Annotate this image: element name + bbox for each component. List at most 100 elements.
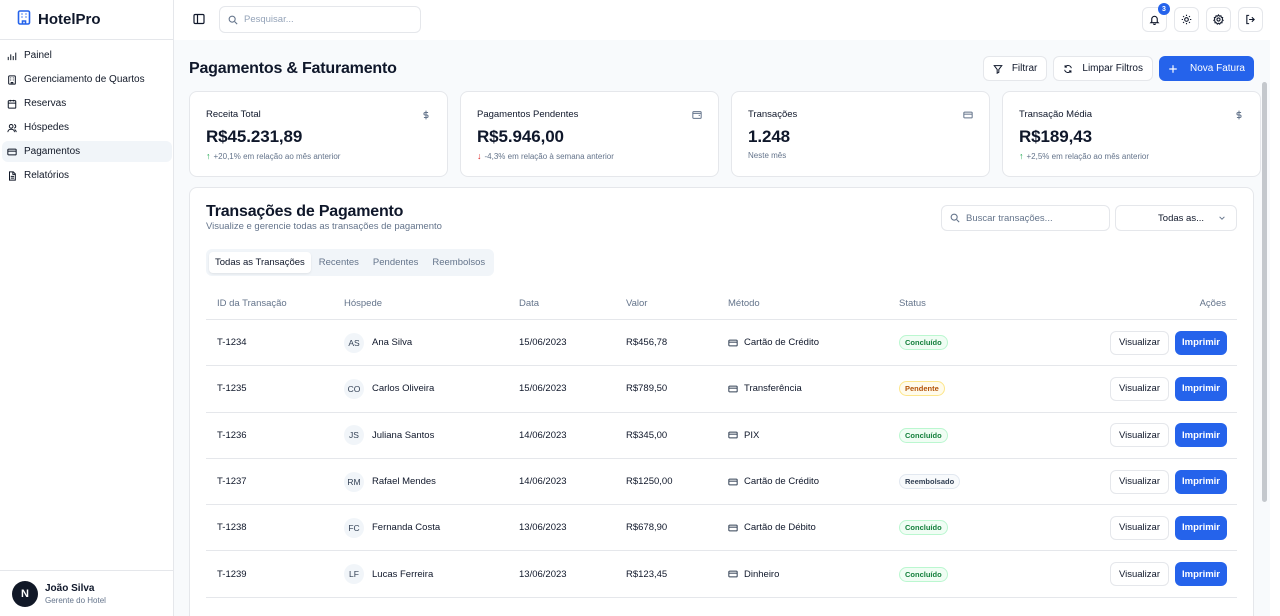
view-button[interactable]: Visualizar — [1109, 562, 1169, 587]
credit-card-icon — [728, 524, 738, 532]
stat-note-text: +20,1% em relação ao mês anterior — [213, 151, 341, 161]
guest-cell: JS Juliana Santos — [344, 425, 519, 446]
method-cell: Cartão de Débito — [728, 522, 899, 533]
transaction-date: 15/06/2023 — [519, 337, 567, 349]
transaction-date: 13/06/2023 — [519, 568, 567, 580]
view-button[interactable]: Visualizar — [1109, 469, 1169, 494]
sidebar-toggle-button[interactable] — [192, 12, 206, 26]
sidebar-item-label: Hóspedes — [24, 122, 70, 133]
user-name: João Silva — [45, 582, 95, 594]
stat-note: Neste mês — [748, 151, 973, 160]
view-button[interactable]: Visualizar — [1109, 330, 1169, 355]
print-button[interactable]: Imprimir — [1174, 330, 1227, 355]
table-row: T-1234 AS Ana Silva 15/06/2023 R$456,78 C… — [206, 320, 1237, 367]
logout-icon — [1246, 14, 1255, 25]
status-badge: Concluído — [899, 427, 948, 443]
brand[interactable]: HotelPro — [0, 0, 173, 40]
sidebar-item-label: Pagamentos — [24, 146, 81, 157]
credit-card-icon — [963, 111, 973, 119]
sidebar-item-label: Relatórios — [24, 170, 70, 181]
sidebar-item-reports[interactable]: Relatórios — [2, 165, 172, 186]
transaction-search-input[interactable] — [966, 212, 1106, 224]
tab-recent[interactable]: Recentes — [313, 252, 365, 273]
transaction-value: R$123,45 — [626, 568, 668, 580]
app-name: HotelPro — [38, 11, 101, 28]
stat-label: Transação Média — [1019, 109, 1093, 120]
column-header-method: Método — [728, 298, 760, 309]
method-cell: PIX — [728, 430, 899, 441]
column-header-date: Data — [519, 298, 540, 309]
stat-label: Transações — [748, 109, 798, 120]
status-badge: Concluído — [899, 566, 948, 582]
transaction-search[interactable] — [941, 205, 1110, 231]
user-info: João Silva Gerente do Hotel — [45, 583, 106, 605]
print-button[interactable]: Imprimir — [1174, 376, 1227, 401]
credit-card-icon — [728, 339, 738, 347]
print-button[interactable]: Imprimir — [1174, 562, 1227, 587]
guest-name: Lucas Ferreira — [372, 568, 434, 580]
sidebar-item-guests[interactable]: Hóspedes — [2, 117, 172, 138]
payment-method: Transferência — [744, 383, 802, 395]
page-scrollbar[interactable] — [1262, 82, 1267, 502]
view-button[interactable]: Visualizar — [1109, 423, 1169, 448]
global-search[interactable] — [219, 6, 421, 33]
notifications-button[interactable]: 3 — [1142, 3, 1170, 32]
new-invoice-button[interactable]: Nova Fatura — [1158, 56, 1254, 81]
stat-note-text: +2,5% em relação ao mês anterior — [1026, 151, 1150, 161]
sidebar-item-room-management[interactable]: Gerenciamento de Quartos — [2, 69, 172, 90]
filter-button[interactable]: Filtrar — [982, 56, 1048, 81]
transaction-id: T-1237 — [217, 476, 247, 488]
clear-filters-label: Limpar Filtros — [1082, 63, 1143, 74]
user-profile[interactable]: N João Silva Gerente do Hotel — [0, 570, 174, 616]
plus-icon — [1169, 64, 1177, 73]
view-button[interactable]: Visualizar — [1109, 515, 1169, 540]
users-icon — [7, 123, 17, 132]
sidebar-item-label: Gerenciamento de Quartos — [24, 74, 145, 85]
print-button[interactable]: Imprimir — [1174, 423, 1227, 448]
tab-pending[interactable]: Pendentes — [367, 252, 424, 273]
hotel-logo-icon — [17, 9, 31, 30]
tab-refunds[interactable]: Reembolsos — [426, 252, 491, 273]
table-row: T-1238 FC Fernanda Costa 13/06/2023 R$678… — [206, 505, 1237, 552]
panel-subtitle: Visualize e gerencie todas as transações… — [206, 221, 442, 232]
transactions-table: ID da Transação Hóspede Data Valor Métod… — [206, 288, 1237, 598]
new-invoice-label: Nova Fatura — [1189, 63, 1245, 74]
payment-method: Dinheiro — [744, 568, 780, 580]
calendar-icon — [7, 99, 17, 109]
search-input[interactable] — [244, 14, 414, 25]
clear-filters-button[interactable]: Limpar Filtros — [1053, 56, 1153, 81]
status-select[interactable]: Todas as... — [1115, 205, 1237, 231]
status-badge: Concluído — [899, 520, 948, 536]
stat-value: R$45.231,89 — [206, 127, 303, 146]
logout-button[interactable] — [1238, 7, 1263, 32]
column-header-guest: Hóspede — [344, 298, 383, 309]
sidebar-item-painel[interactable]: Painel — [2, 45, 172, 66]
filter-icon — [993, 64, 1003, 74]
payment-method: Cartão de Débito — [744, 522, 816, 534]
status-cell: Concluído — [899, 566, 1049, 582]
table-row: T-1239 LF Lucas Ferreira 13/06/2023 R$123… — [206, 551, 1237, 598]
settings-button[interactable] — [1206, 7, 1231, 32]
view-button[interactable]: Visualizar — [1109, 376, 1169, 401]
print-button[interactable]: Imprimir — [1174, 515, 1227, 540]
sidebar-item-reservations[interactable]: Reservas — [2, 93, 172, 114]
guest-cell: AS Ana Silva — [344, 332, 519, 353]
row-actions: Visualizar Imprimir — [1049, 562, 1237, 587]
transaction-tabs: Todas as Transações Recentes Pendentes R… — [206, 249, 495, 276]
transaction-id: T-1236 — [217, 429, 247, 441]
sidebar-item-payments[interactable]: Pagamentos — [2, 141, 172, 162]
stat-note: ↑ +20,1% em relação ao mês anterior — [206, 151, 431, 161]
theme-toggle-button[interactable] — [1174, 7, 1199, 32]
sidebar-item-label: Reservas — [24, 98, 67, 109]
panel-title: Transações de Pagamento — [206, 203, 404, 220]
avatar: N — [12, 580, 38, 607]
status-badge: Concluído — [899, 335, 948, 351]
sidebar-nav: Painel Gerenciamento de Quartos Reservas… — [0, 40, 173, 186]
wallet-icon — [692, 111, 702, 119]
row-actions: Visualizar Imprimir — [1049, 515, 1237, 540]
tab-all-transactions[interactable]: Todas as Transações — [209, 252, 311, 273]
bell-icon — [1149, 15, 1160, 25]
print-button[interactable]: Imprimir — [1174, 469, 1227, 494]
method-cell: Transferência — [728, 383, 899, 394]
credit-card-icon — [728, 570, 738, 578]
